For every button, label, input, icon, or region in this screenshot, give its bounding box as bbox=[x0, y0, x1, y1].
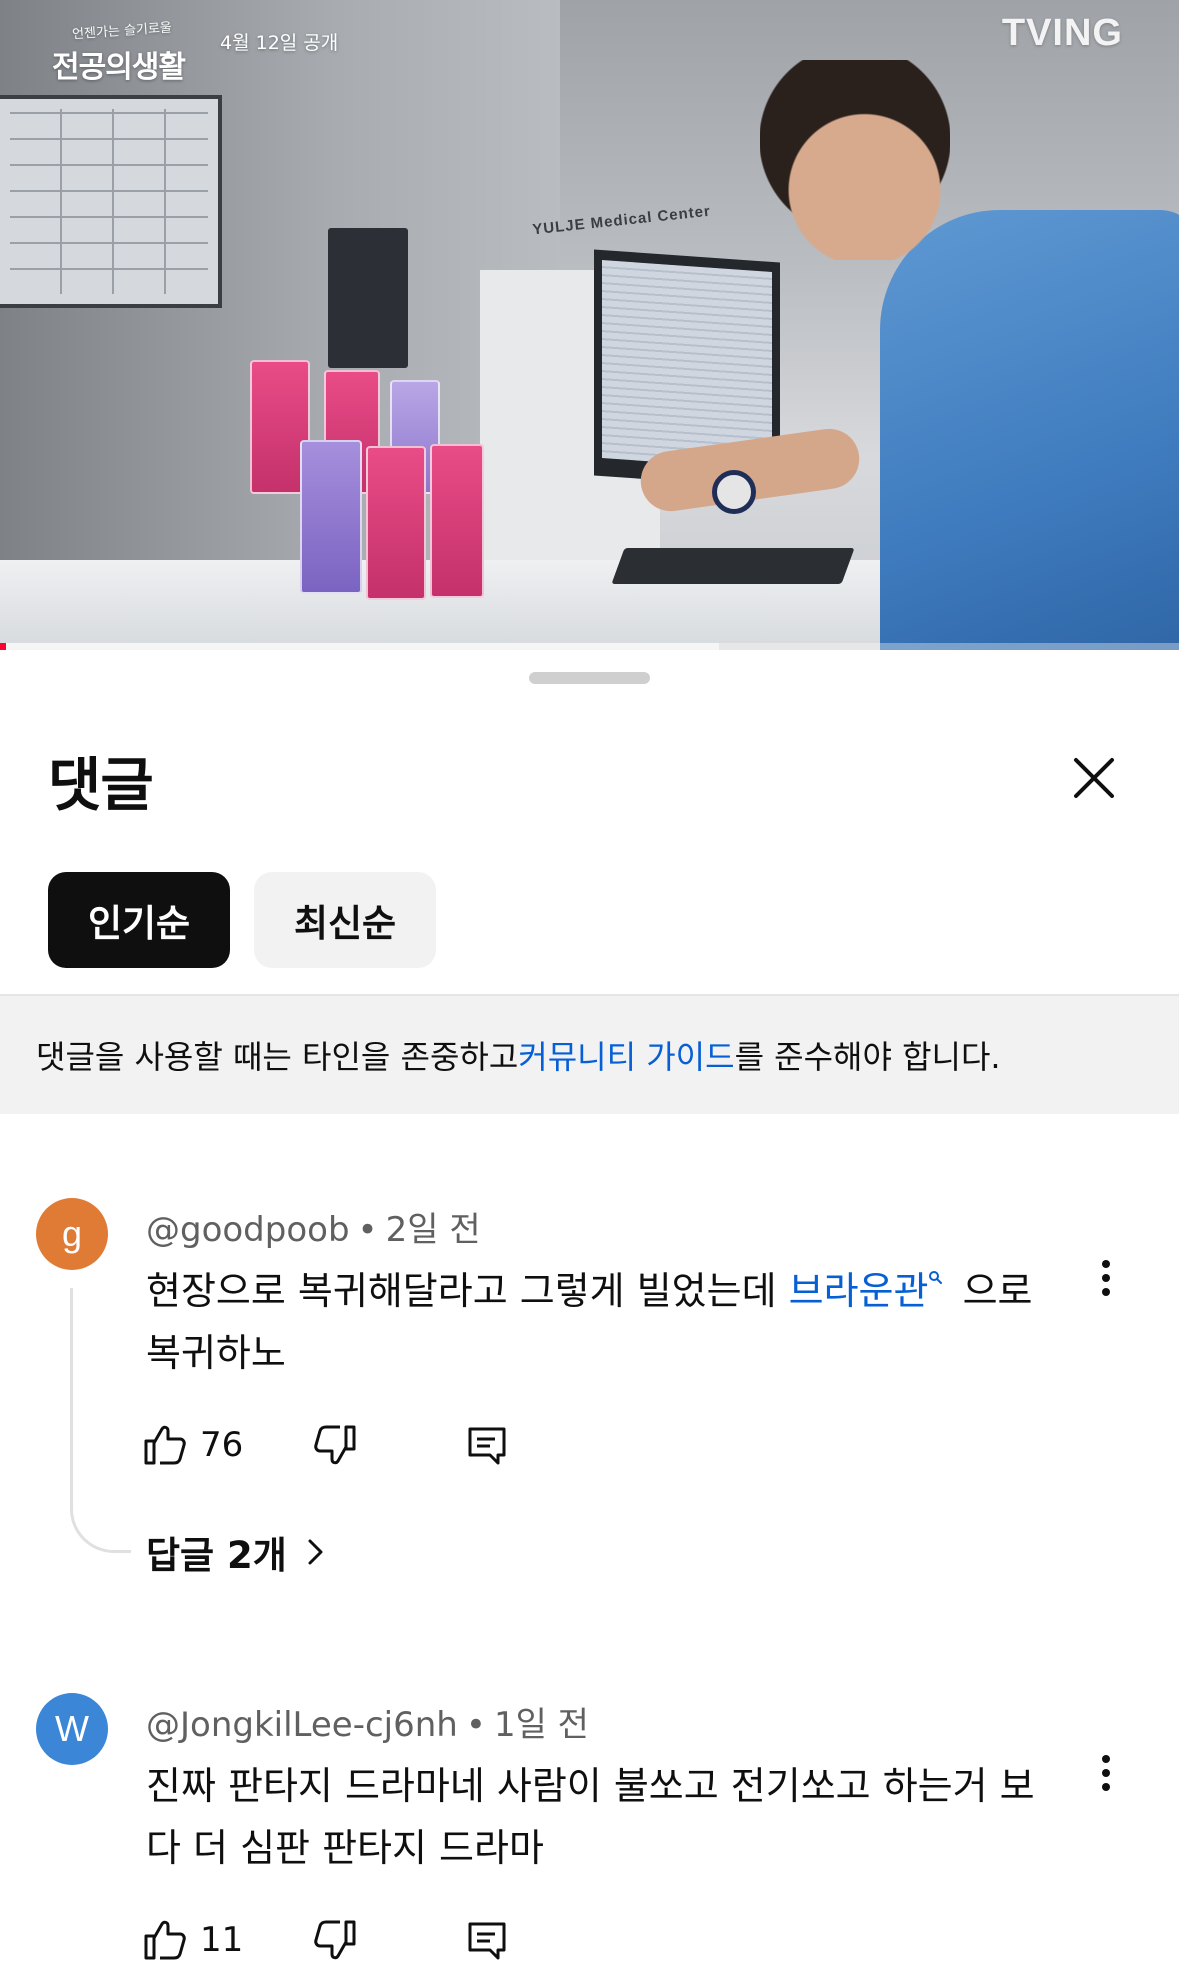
progress-played bbox=[0, 643, 6, 650]
network-logo: TVING bbox=[1001, 12, 1123, 54]
view-replies-button[interactable]: 답글 2개 bbox=[146, 1525, 333, 1579]
close-button[interactable] bbox=[1062, 746, 1126, 810]
meta-separator: • bbox=[357, 1210, 378, 1250]
dislike-button[interactable] bbox=[312, 1910, 360, 1961]
comment-time: 2일 전 bbox=[385, 1210, 481, 1250]
reply-comment-icon bbox=[468, 1427, 506, 1465]
sort-chip-newest[interactable]: 최신순 bbox=[254, 872, 436, 968]
sort-chip-popular[interactable]: 인기순 bbox=[48, 872, 230, 968]
comment-time: 1일 전 bbox=[493, 1705, 589, 1745]
search-icon bbox=[929, 1271, 943, 1284]
video-frame-person-head bbox=[760, 60, 950, 260]
like-count: 76 bbox=[200, 1425, 244, 1465]
comment-more-button[interactable] bbox=[1090, 1745, 1122, 1801]
comments-sheet: 댓글 인기순 최신순 댓글을 사용할 때는 타인을 존중하고 커뮤니티 가이드 를… bbox=[0, 650, 1179, 1961]
more-dot bbox=[1102, 1260, 1110, 1268]
more-dot bbox=[1102, 1769, 1110, 1777]
more-dot bbox=[1102, 1783, 1110, 1791]
video-progress-bar[interactable] bbox=[0, 643, 1179, 650]
comment-author[interactable]: @goodpoob bbox=[146, 1210, 350, 1250]
comment-text-before: 현장으로 복귀해달라고 그렇게 빌었는데 bbox=[146, 1269, 789, 1313]
sort-chips: 인기순 최신순 bbox=[48, 872, 436, 968]
comment-text: 현장으로 복귀해달라고 그렇게 빌었는데 브라운관 으로 복귀하노 bbox=[146, 1260, 1066, 1384]
search-link-label: 브라운관 bbox=[788, 1269, 929, 1313]
meta-separator: • bbox=[465, 1705, 486, 1745]
reply-comment-icon bbox=[468, 1922, 506, 1960]
search-link[interactable]: 브라운관 bbox=[789, 1269, 951, 1313]
dislike-button[interactable] bbox=[312, 1415, 360, 1475]
video-frame-brochures bbox=[230, 360, 490, 610]
comment-more-button[interactable] bbox=[1090, 1250, 1122, 1306]
thumbs-up-icon bbox=[144, 1425, 186, 1465]
like-button[interactable]: 11 bbox=[140, 1910, 243, 1961]
video-player[interactable]: YULJE Medical Center 언젠가는 슬기로울 전공의생활 4월 … bbox=[0, 0, 1179, 650]
avatar[interactable]: g bbox=[36, 1198, 108, 1270]
like-count: 11 bbox=[200, 1920, 244, 1960]
video-frame-keyboard bbox=[611, 548, 855, 584]
more-dot bbox=[1102, 1274, 1110, 1282]
thumbs-down-icon bbox=[314, 1920, 356, 1960]
close-icon bbox=[1074, 758, 1114, 798]
sheet-title: 댓글 bbox=[48, 751, 154, 819]
reply-button[interactable] bbox=[462, 1910, 510, 1961]
promo-release-date: 4월 12일 공개 bbox=[220, 32, 339, 54]
comment-meta: @goodpoob • 2일 전 bbox=[146, 1202, 481, 1251]
video-frame-whiteboard bbox=[0, 95, 222, 308]
more-dot bbox=[1102, 1288, 1110, 1296]
video-frame-watch bbox=[712, 470, 756, 514]
guideline-text-after: 를 준수해야 합니다. bbox=[734, 1038, 1001, 1076]
comment-text: 진짜 판타지 드라마네 사람이 불쏘고 전기쏘고 하는거 보다 더 심판 판타지… bbox=[146, 1764, 1035, 1870]
reply-thread-line bbox=[70, 1288, 131, 1553]
promo-show-title: 전공의생활 bbox=[52, 50, 186, 85]
more-dot bbox=[1102, 1755, 1110, 1763]
avatar[interactable]: W bbox=[36, 1693, 108, 1765]
community-guidelines-link[interactable]: 커뮤니티 가이드 bbox=[518, 1032, 734, 1078]
video-frame-person bbox=[880, 210, 1179, 650]
reply-button[interactable] bbox=[462, 1415, 510, 1475]
thumbs-down-icon bbox=[314, 1425, 356, 1465]
guideline-text-before: 댓글을 사용할 때는 타인을 존중하고 bbox=[36, 1038, 519, 1076]
sheet-drag-handle[interactable] bbox=[529, 672, 650, 684]
replies-label: 답글 2개 bbox=[146, 1534, 287, 1577]
video-frame-sign bbox=[328, 228, 408, 368]
community-guideline-notice: 댓글을 사용할 때는 타인을 존중하고 커뮤니티 가이드 를 준수해야 합니다. bbox=[0, 994, 1179, 1114]
comment-meta: @JongkilLee-cj6nh • 1일 전 bbox=[146, 1697, 589, 1746]
thumbs-up-icon bbox=[144, 1920, 186, 1960]
progress-buffered bbox=[0, 643, 720, 650]
comment-author[interactable]: @JongkilLee-cj6nh bbox=[146, 1705, 458, 1745]
chevron-right-icon bbox=[308, 1539, 323, 1565]
like-button[interactable]: 76 bbox=[140, 1415, 243, 1475]
